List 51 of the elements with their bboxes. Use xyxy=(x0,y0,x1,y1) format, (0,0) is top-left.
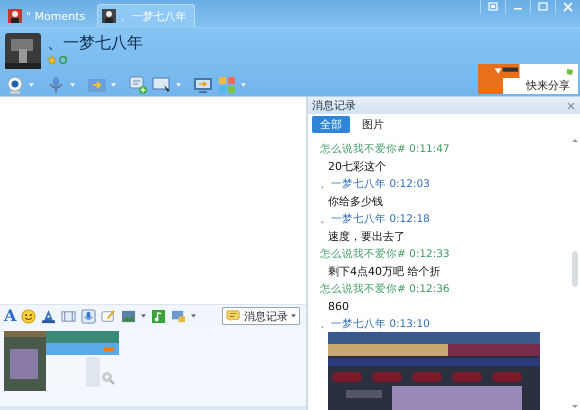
message-header: 、一梦七八年 0:13:10 xyxy=(320,317,430,332)
message-header: 怎么说我不爱你# 0:11:47 xyxy=(320,142,450,157)
image-icon[interactable] xyxy=(121,308,136,324)
message-history-button[interactable]: 消息记录 xyxy=(222,307,300,325)
scroll-down-icon[interactable] xyxy=(570,404,578,410)
message-header: 怎么说我不爱你# 0:12:36 xyxy=(320,282,450,297)
webcam-icon[interactable] xyxy=(5,75,25,95)
scroll-up-icon[interactable] xyxy=(570,137,578,143)
panel-title: 消息记录 xyxy=(312,98,356,113)
message-header: 、一梦七八年 0:12:03 xyxy=(320,177,430,192)
close-icon[interactable] xyxy=(566,100,576,110)
caret-icon[interactable] xyxy=(176,83,181,87)
ad-banner[interactable]: 快来分享 xyxy=(478,64,578,94)
banner-text: 快来分享 xyxy=(526,79,570,94)
caret-icon[interactable] xyxy=(29,83,34,87)
smiley-icon[interactable] xyxy=(21,308,36,324)
add-chat-icon[interactable] xyxy=(128,75,148,95)
note-edit-icon[interactable] xyxy=(101,308,116,324)
message-input-field[interactable] xyxy=(0,327,306,410)
apps-icon[interactable] xyxy=(217,75,237,95)
message-header: 、一梦七八年 0:12:18 xyxy=(320,212,430,227)
message-text: 剩下4点40万吧 给个折 xyxy=(327,264,440,280)
music-icon[interactable] xyxy=(151,308,166,324)
monitor-icon[interactable] xyxy=(193,75,213,95)
caret-icon[interactable] xyxy=(141,314,146,318)
film-icon[interactable] xyxy=(61,308,76,324)
caret-icon[interactable] xyxy=(241,83,246,87)
caret-icon xyxy=(291,314,296,318)
message-text: 860 xyxy=(327,299,349,315)
caret-icon[interactable] xyxy=(70,83,75,87)
message-header: 怎么说我不爱你# 0:12:33 xyxy=(320,247,450,262)
avatar-icon xyxy=(102,9,116,23)
caret-icon[interactable] xyxy=(191,314,196,318)
message-text: 20七彩这个 xyxy=(327,159,386,175)
wizard-hat-icon[interactable] xyxy=(41,308,56,324)
refresh-icon xyxy=(58,55,68,65)
avatar-icon xyxy=(8,9,22,23)
message-text: 速度，要出去了 xyxy=(327,229,405,245)
contact-name: 、一梦七八年 xyxy=(47,33,143,53)
star-icon xyxy=(47,55,57,65)
microphone-icon[interactable] xyxy=(81,308,96,324)
chat-bubble-icon xyxy=(226,308,241,324)
message-text: 你给多少钱 xyxy=(327,194,383,210)
screenshot-icon[interactable] xyxy=(171,308,186,324)
filter-tab[interactable]: 全部 xyxy=(312,116,350,133)
avatar-icon[interactable] xyxy=(5,33,41,69)
caret-icon[interactable] xyxy=(111,83,116,87)
scrollbar-thumb[interactable] xyxy=(572,251,578,287)
zoom-in-icon[interactable] xyxy=(101,371,115,385)
filter-tab[interactable]: 图片 xyxy=(354,116,392,133)
font-button[interactable]: A xyxy=(4,307,16,325)
